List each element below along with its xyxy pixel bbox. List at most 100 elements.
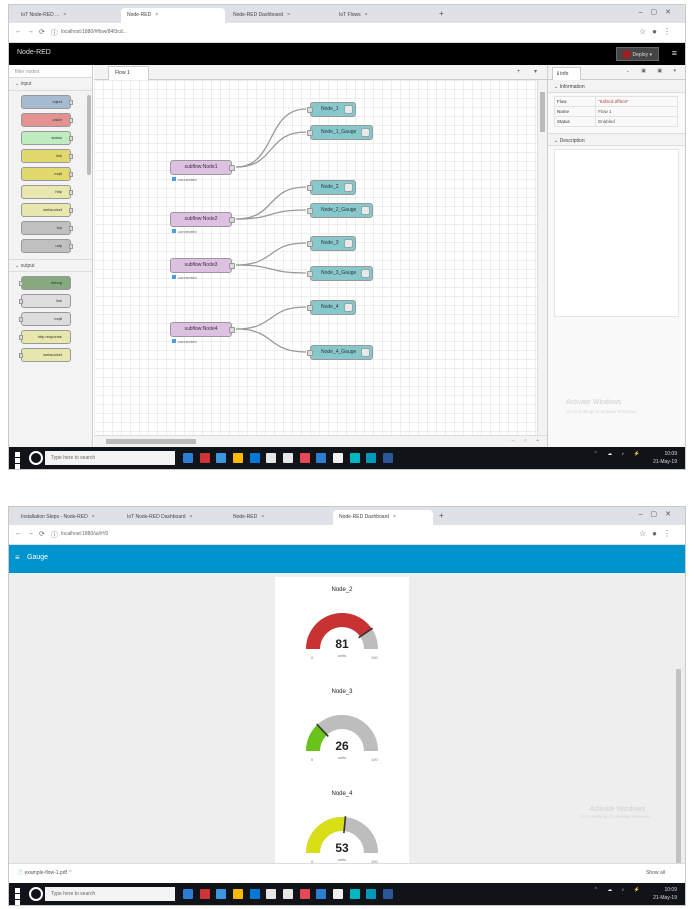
- app-icon[interactable]: [333, 889, 344, 899]
- palette-node[interactable]: mqtt: [21, 167, 73, 181]
- close-icon[interactable]: ×: [63, 12, 66, 18]
- debug-toggle-button[interactable]: [361, 269, 371, 278]
- debug-node[interactable]: Node_1_Gauge: [307, 125, 374, 140]
- palette-node[interactable]: status: [21, 131, 73, 145]
- tab-info[interactable]: ℹ info: [552, 67, 582, 80]
- palette-node[interactable]: websocket: [21, 203, 73, 217]
- app-icon[interactable]: [283, 453, 294, 463]
- app-icon[interactable]: [349, 453, 360, 463]
- browser-tab-active[interactable]: Node-RED Dashboard ×: [333, 510, 433, 525]
- close-icon[interactable]: ×: [393, 514, 396, 520]
- browser-tab-active[interactable]: Node-RED ×: [121, 8, 225, 23]
- word-icon[interactable]: [383, 453, 394, 463]
- download-item[interactable]: 📄 example-flow-1.pdf ⌃: [17, 870, 72, 876]
- workspace-horizontal-scrollbar[interactable]: − ○ +: [94, 435, 547, 447]
- close-icon[interactable]: ×: [92, 514, 95, 520]
- tray-icons[interactable]: ⌃ ☁ ♪ ⚡: [594, 451, 644, 457]
- system-tray[interactable]: ⌃ ☁ ♪ ⚡ 10:09 21-May-19: [594, 450, 677, 466]
- debug-node[interactable]: Node_3: [307, 236, 356, 251]
- new-tab-icon[interactable]: +: [439, 9, 444, 18]
- scrollbar-thumb[interactable]: [540, 92, 545, 132]
- url-field[interactable]: localhost:1880/#flow/84f3cd...: [61, 29, 127, 35]
- store-icon[interactable]: [266, 889, 277, 899]
- page-scrollbar[interactable]: [676, 669, 681, 869]
- input-port[interactable]: [307, 130, 313, 136]
- show-all-button[interactable]: Show all: [646, 870, 665, 876]
- palette-node[interactable]: http: [21, 185, 73, 199]
- taskbar-search-input[interactable]: Type here to search: [45, 451, 175, 465]
- system-tray[interactable]: ⌃ ☁ ♪ ⚡ 10:09 21-May-19: [594, 886, 677, 902]
- palette-node[interactable]: http response: [19, 330, 71, 344]
- task-view-icon[interactable]: [183, 453, 193, 463]
- app-icon[interactable]: [316, 889, 327, 899]
- close-icon[interactable]: ×: [190, 514, 193, 520]
- reload-icon[interactable]: ⟳: [39, 530, 45, 538]
- url-field[interactable]: localhost:1880/ui/#!/0: [61, 531, 108, 537]
- tray-icons[interactable]: ⌃ ☁ ♪ ⚡: [594, 887, 644, 893]
- flow-wire[interactable]: [235, 306, 307, 330]
- app-icon[interactable]: [283, 889, 294, 899]
- output-port[interactable]: [229, 263, 235, 269]
- task-view-icon[interactable]: [183, 889, 193, 899]
- workspace-tab-buttons[interactable]: + ▾: [517, 68, 543, 75]
- windows-start-icon[interactable]: [15, 452, 26, 469]
- debug-toggle-button[interactable]: [361, 348, 371, 357]
- app-icon[interactable]: [333, 453, 344, 463]
- sidebar-tab-buttons[interactable]: ⌄ ▣ ▣ ▾: [626, 68, 681, 74]
- input-port[interactable]: [307, 241, 313, 247]
- app-icon[interactable]: [349, 889, 360, 899]
- file-explorer-icon[interactable]: [233, 453, 244, 463]
- browser-menu-icon[interactable]: ☆●⋮: [639, 27, 677, 36]
- palette-node[interactable]: inject: [21, 95, 73, 109]
- window-controls[interactable]: –▢✕: [639, 8, 679, 16]
- word-icon[interactable]: [383, 889, 394, 899]
- flow-workspace[interactable]: subflow:Node1 connected subflow:Node2 conne…: [94, 80, 537, 435]
- browser-tab[interactable]: Installation Steps - Node-RED ×: [15, 510, 119, 525]
- window-controls[interactable]: –▢✕: [639, 510, 679, 518]
- deploy-button[interactable]: Deploy ▾: [615, 47, 659, 61]
- app-icon[interactable]: [316, 453, 327, 463]
- file-explorer-icon[interactable]: [233, 889, 244, 899]
- browser-tab[interactable]: Node-RED ×: [227, 510, 331, 525]
- reload-icon[interactable]: ⟳: [39, 28, 45, 36]
- back-icon[interactable]: ←: [15, 28, 22, 35]
- chrome-icon[interactable]: [366, 453, 377, 463]
- store-icon[interactable]: [266, 453, 277, 463]
- palette-node[interactable]: link: [21, 149, 73, 163]
- palette-node[interactable]: mqtt: [19, 312, 71, 326]
- cortana-icon[interactable]: [29, 887, 43, 901]
- flow-wire[interactable]: [235, 264, 307, 274]
- debug-toggle-button[interactable]: [343, 239, 353, 248]
- flow-wire[interactable]: [235, 242, 307, 266]
- debug-node[interactable]: Node_4_Gauge: [307, 345, 374, 360]
- palette-category-input[interactable]: ⌄ input: [9, 78, 92, 91]
- app-icon[interactable]: [216, 453, 227, 463]
- information-section-header[interactable]: ⌄ Information: [548, 80, 685, 93]
- app-icon[interactable]: [299, 889, 310, 899]
- workspace-vertical-scrollbar[interactable]: [537, 80, 547, 435]
- app-icon[interactable]: [249, 889, 260, 899]
- subflow-node[interactable]: subflow:Node4: [170, 322, 235, 337]
- close-icon[interactable]: ×: [261, 514, 264, 520]
- debug-toggle-button[interactable]: [343, 183, 353, 192]
- app-icon[interactable]: [249, 453, 260, 463]
- zoom-controls[interactable]: − ○ +: [511, 438, 543, 444]
- input-port[interactable]: [307, 305, 313, 311]
- subflow-node[interactable]: subflow:Node3: [170, 258, 235, 273]
- app-icon[interactable]: [299, 453, 310, 463]
- debug-node[interactable]: Node_4: [307, 300, 356, 315]
- cortana-icon[interactable]: [29, 451, 43, 465]
- subflow-node[interactable]: subflow:Node2: [170, 212, 235, 227]
- palette-node[interactable]: debug: [19, 276, 71, 290]
- new-tab-icon[interactable]: +: [439, 511, 444, 520]
- browser-menu-icon[interactable]: ☆●⋮: [639, 529, 677, 538]
- palette-category-output[interactable]: ⌄ output: [9, 259, 92, 272]
- browser-tab[interactable]: Node-RED Dashboard ×: [227, 8, 331, 23]
- palette-node[interactable]: catch: [21, 113, 73, 127]
- back-icon[interactable]: ←: [15, 530, 22, 537]
- debug-toggle-button[interactable]: [343, 303, 353, 312]
- scrollbar-thumb[interactable]: [106, 439, 196, 444]
- hamburger-menu-icon[interactable]: ≡: [15, 553, 20, 562]
- close-icon[interactable]: ×: [365, 12, 368, 18]
- subflow-node[interactable]: subflow:Node1: [170, 160, 235, 175]
